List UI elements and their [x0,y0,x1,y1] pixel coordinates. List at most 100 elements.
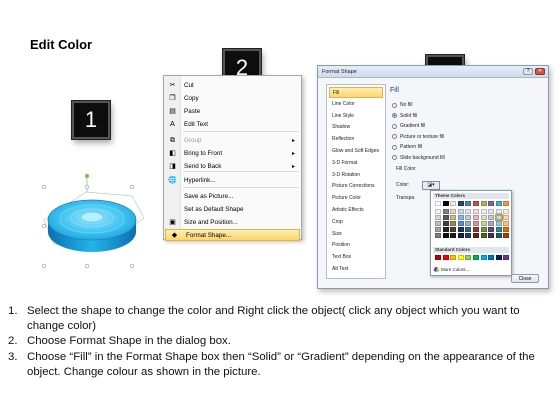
color-swatch[interactable] [488,221,495,226]
color-swatch[interactable] [457,233,464,238]
nav-item-crop[interactable]: Crop [329,217,383,228]
color-swatch[interactable] [488,209,495,214]
color-swatch[interactable] [503,215,510,220]
radio-button[interactable] [392,102,397,108]
fill-option-no-fill[interactable]: No fill [392,101,413,109]
color-swatch[interactable] [465,221,472,226]
color-swatch[interactable] [457,209,464,214]
color-swatch[interactable] [480,201,487,206]
menu-item-size-and-position[interactable]: ▣ Size and Position... [164,216,301,228]
color-swatch[interactable] [494,214,503,221]
color-swatch[interactable] [472,233,479,238]
menu-item-hyperlink[interactable]: 🌐 Hyperlink... [164,174,301,186]
color-swatch[interactable] [472,209,479,214]
disc-shape-graphic[interactable] [34,170,152,270]
nav-item-glow-and-soft-edges[interactable]: Glow and Soft Edges [329,146,383,157]
nav-item-3-d-format[interactable]: 3-D Format [329,158,383,169]
fill-option-picture-or-texture-fill[interactable]: Picture or texture fill [392,133,444,141]
color-swatch[interactable] [450,255,457,260]
radio-button[interactable] [392,155,397,160]
more-colors-option[interactable]: More Colors... [434,267,469,272]
radio-button[interactable] [392,144,397,150]
color-swatch[interactable] [435,233,441,238]
radio-button[interactable] [392,134,397,139]
nav-item-line-style[interactable]: Line Style [329,111,383,122]
color-swatch[interactable] [488,233,495,238]
radio-button[interactable] [392,123,397,129]
color-swatch[interactable] [442,227,449,232]
color-swatch[interactable] [472,215,479,220]
fill-option-gradient-fill[interactable]: Gradient fill [392,122,425,130]
color-swatch[interactable] [457,215,464,220]
nav-item-line-color[interactable]: Line Color [329,99,383,110]
color-swatch[interactable] [480,221,487,226]
nav-item-text-box[interactable]: Text Box [329,252,383,263]
color-swatch[interactable] [503,221,510,226]
color-swatch[interactable] [495,209,502,214]
nav-item-3-d-rotation[interactable]: 3-D Rotation [329,170,383,181]
help-button[interactable]: ? [523,68,533,75]
nav-item-picture-corrections[interactable]: Picture Corrections [329,181,383,192]
nav-item-position[interactable]: Position [329,240,383,251]
color-swatch[interactable] [450,201,457,206]
color-swatch[interactable] [435,255,441,260]
color-swatch[interactable] [450,209,457,214]
menu-item-paste[interactable]: ▤ Paste [164,105,301,117]
radio-button[interactable] [392,113,397,118]
close-window-button[interactable]: ✕ [535,68,545,75]
color-swatch[interactable] [465,215,472,220]
color-swatch[interactable] [480,209,487,214]
color-swatch[interactable] [442,233,449,238]
color-swatch[interactable] [495,221,502,226]
menu-item-save-as-picture[interactable]: Save as Picture... [164,190,301,202]
color-swatch[interactable] [457,255,464,260]
color-swatch[interactable] [488,201,495,206]
fill-option-solid-fill[interactable]: Solid fill [392,112,417,120]
color-swatch[interactable] [495,227,502,232]
nav-item-size[interactable]: Size [329,229,383,240]
color-swatch[interactable] [450,227,457,232]
color-swatch[interactable] [465,201,472,206]
color-swatch[interactable] [435,201,441,206]
color-swatch[interactable] [442,201,449,206]
close-button[interactable]: Close [511,274,539,283]
fill-option-pattern-fill[interactable]: Pattern fill [392,143,422,151]
color-swatch[interactable] [465,255,472,260]
color-dropdown-button[interactable]: ◪▾ [422,181,440,190]
color-swatch[interactable] [495,255,502,260]
color-swatch[interactable] [503,201,510,206]
selected-shape[interactable] [34,170,152,270]
color-swatch[interactable] [480,227,487,232]
color-swatch[interactable] [457,221,464,226]
menu-item-group[interactable]: ⧉ Group ▸ [164,134,301,146]
color-swatch[interactable] [472,221,479,226]
color-swatch[interactable] [472,201,479,206]
color-swatch[interactable] [480,233,487,238]
menu-item-format-shape[interactable]: ◆ Format Shape... [165,229,300,241]
color-swatch[interactable] [495,201,502,206]
color-swatch[interactable] [442,221,449,226]
nav-item-fill[interactable]: Fill [329,87,383,98]
nav-item-picture-color[interactable]: Picture Color [329,193,383,204]
color-swatch[interactable] [450,221,457,226]
color-swatch[interactable] [480,215,487,220]
menu-item-cut[interactable]: ✂ Cut [164,79,301,91]
menu-item-set-as-default-shape[interactable]: Set as Default Shape [164,203,301,215]
color-swatch[interactable] [495,233,502,238]
color-swatch[interactable] [503,209,510,214]
color-swatch[interactable] [488,227,495,232]
menu-item-copy[interactable]: ❐ Copy [164,92,301,104]
color-swatch[interactable] [457,227,464,232]
color-swatch[interactable] [457,201,464,206]
color-swatch[interactable] [472,255,479,260]
color-swatch[interactable] [442,255,449,260]
menu-item-edit-text[interactable]: A Edit Text [164,118,301,130]
color-swatch[interactable] [480,255,487,260]
color-swatch[interactable] [488,255,495,260]
color-swatch[interactable] [465,209,472,214]
color-swatch[interactable] [435,227,441,232]
color-swatch[interactable] [435,215,441,220]
menu-item-bring-to-front[interactable]: ◧ Bring to Front ▸ [164,147,301,159]
color-swatch[interactable] [442,209,449,214]
color-swatch[interactable] [450,215,457,220]
